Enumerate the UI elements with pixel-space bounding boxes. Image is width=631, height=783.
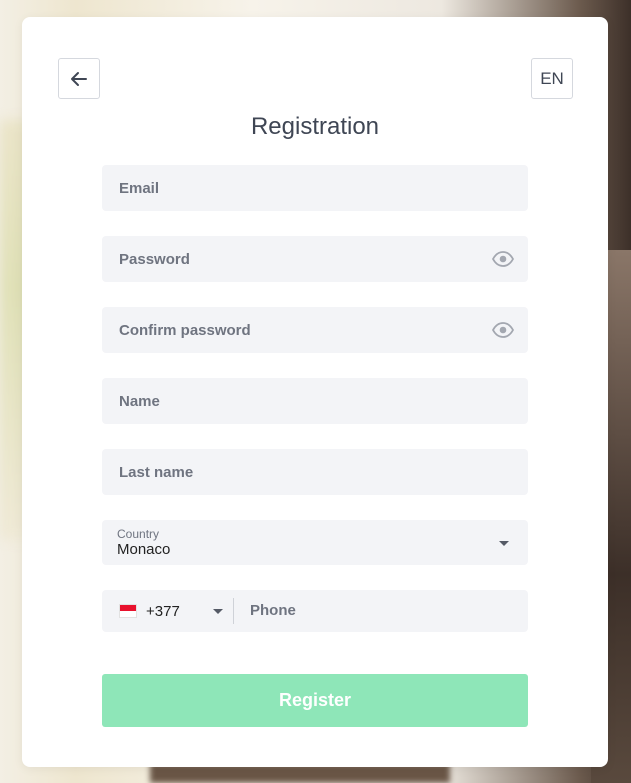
country-select[interactable]: Country Monaco — [102, 520, 528, 565]
email-field-container — [102, 165, 528, 211]
name-field[interactable] — [119, 392, 511, 410]
back-button[interactable] — [58, 58, 100, 99]
country-label: Country — [117, 526, 160, 541]
monaco-flag-icon — [119, 604, 137, 618]
phone-code-select[interactable]: +377 — [102, 590, 233, 632]
password-field-container — [102, 236, 528, 282]
caret-down-icon — [213, 609, 223, 614]
confirm-password-field-container — [102, 307, 528, 353]
last-name-field[interactable] — [119, 463, 511, 481]
confirm-password-field[interactable] — [119, 321, 511, 339]
page-title: Registration — [250, 113, 380, 140]
eye-icon[interactable] — [492, 321, 514, 339]
phone-code-value: +377 — [146, 602, 180, 620]
password-field[interactable] — [119, 250, 511, 268]
registration-card: EN Registration Country Monaco — [22, 17, 608, 767]
email-field[interactable] — [119, 179, 511, 197]
name-field-container — [102, 378, 528, 424]
phone-field-container: +377 — [102, 590, 528, 632]
eye-icon[interactable] — [492, 250, 514, 268]
phone-field[interactable] — [250, 602, 528, 619]
caret-down-icon — [499, 541, 509, 546]
register-button[interactable]: Register — [102, 674, 528, 727]
language-selector-button[interactable]: EN — [531, 58, 573, 99]
arrow-left-icon — [71, 71, 87, 86]
country-value: Monaco — [117, 540, 171, 558]
last-name-field-container — [102, 449, 528, 495]
